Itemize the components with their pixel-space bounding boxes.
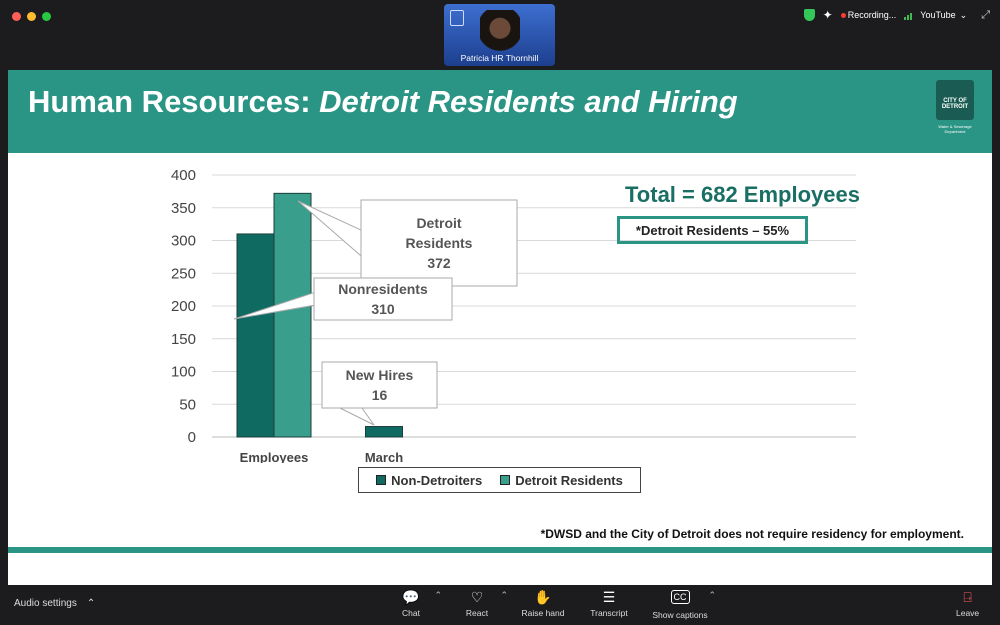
- y-tick-label: 200: [171, 298, 196, 315]
- legend-item-non-detroiters: Non-Detroiters: [376, 473, 482, 488]
- x-category-label: Employees: [240, 450, 309, 463]
- y-tick-label: 50: [179, 396, 196, 413]
- bar-1-0: [273, 192, 312, 438]
- shared-slide: Human Resources: Detroit Residents and H…: [8, 70, 992, 585]
- chevron-up-icon[interactable]: ⌃: [434, 590, 442, 601]
- audio-settings-button[interactable]: Audio settings ⌃: [14, 598, 95, 609]
- y-tick-label: 100: [171, 364, 196, 381]
- maximize-window-button[interactable]: [42, 12, 51, 21]
- show-captions-button[interactable]: CC Show captions ⌃: [650, 588, 716, 620]
- data-label-callout: New Hires 16: [321, 361, 438, 426]
- y-tick-label: 300: [171, 233, 196, 250]
- slide-header: Human Resources: Detroit Residents and H…: [8, 70, 992, 153]
- leave-button[interactable]: ⍈ Leave: [956, 588, 979, 618]
- callout-text: 16: [372, 387, 388, 403]
- top-right-controls: ✦ Recording... YouTube ⌄ ⤢: [803, 8, 990, 22]
- close-window-button[interactable]: [12, 12, 21, 21]
- ai-sparkle-icon[interactable]: ✦: [823, 8, 833, 22]
- residents-percent-box: *Detroit Residents – 55%: [617, 216, 808, 244]
- callout-text: Nonresidents: [338, 281, 428, 297]
- fullscreen-icon[interactable]: ⤢: [981, 9, 990, 22]
- chart-legend: Non-Detroiters Detroit Residents: [358, 467, 641, 493]
- app-selector[interactable]: YouTube ⌄: [920, 10, 967, 21]
- x-category-label: March: [365, 450, 403, 463]
- react-button[interactable]: ♡ React ⌃: [452, 588, 508, 620]
- leave-door-icon: ⍈: [963, 589, 972, 605]
- chat-button[interactable]: 💬 Chat ⌃: [386, 588, 442, 620]
- legend-item-detroit-residents: Detroit Residents: [500, 473, 623, 488]
- transcript-icon: ☰: [602, 589, 616, 605]
- callout-pointer: [339, 407, 375, 426]
- slide-title: Human Resources: Detroit Residents and H…: [28, 84, 738, 119]
- participant-name: Patricia HR Thornhill: [460, 53, 539, 63]
- y-tick-label: 350: [171, 200, 196, 217]
- legend-swatch: [376, 474, 387, 485]
- chevron-up-icon[interactable]: ⌃: [500, 590, 508, 601]
- bar-0-0: [236, 233, 275, 438]
- chevron-up-icon[interactable]: ⌃: [87, 598, 95, 609]
- y-tick-label: 400: [171, 167, 196, 184]
- meeting-toolbar: 💬 Chat ⌃ ♡ React ⌃ ✋ Raise hand ☰ Transc…: [386, 588, 716, 620]
- footer-bar: [8, 547, 992, 553]
- heart-icon: ♡: [470, 589, 484, 605]
- participant-video-tile[interactable]: Patricia HR Thornhill: [444, 4, 555, 66]
- window-controls: [12, 12, 51, 21]
- city-logo: CITY OF DETROIT Water & Sewerage Departm…: [932, 80, 978, 148]
- y-tick-label: 0: [188, 429, 196, 446]
- minimize-window-button[interactable]: [27, 12, 36, 21]
- security-shield-icon[interactable]: [803, 9, 815, 21]
- captions-icon: CC: [670, 590, 690, 604]
- raise-hand-button[interactable]: ✋ Raise hand: [518, 588, 568, 620]
- callout-text: Residents: [406, 235, 473, 251]
- legend-swatch: [500, 474, 511, 485]
- chevron-up-icon[interactable]: ⌃: [708, 590, 716, 601]
- bar-0-1: [365, 426, 403, 438]
- city-logo-mark: CITY OF DETROIT: [936, 80, 974, 120]
- y-tick-label: 250: [171, 265, 196, 282]
- participant-avatar: [480, 10, 520, 58]
- transcript-button[interactable]: ☰ Transcript: [584, 588, 634, 620]
- slide-footnote: *DWSD and the City of Detroit does not r…: [540, 527, 964, 541]
- callout-text: Detroit: [416, 215, 461, 231]
- recording-indicator[interactable]: Recording...: [840, 10, 896, 20]
- hand-icon: ✋: [534, 589, 552, 605]
- callout-text: 372: [427, 255, 451, 271]
- signal-bars-icon: [904, 11, 913, 20]
- recording-dot-icon: [840, 13, 846, 18]
- chevron-down-icon: ⌄: [959, 9, 968, 20]
- chat-bubble-icon: 💬: [402, 589, 420, 605]
- callout-text: New Hires: [346, 367, 414, 383]
- y-tick-label: 150: [171, 331, 196, 348]
- org-logo-icon: [450, 10, 464, 26]
- total-label: Total = 682 Employees: [625, 182, 860, 207]
- callout-text: 310: [371, 301, 395, 317]
